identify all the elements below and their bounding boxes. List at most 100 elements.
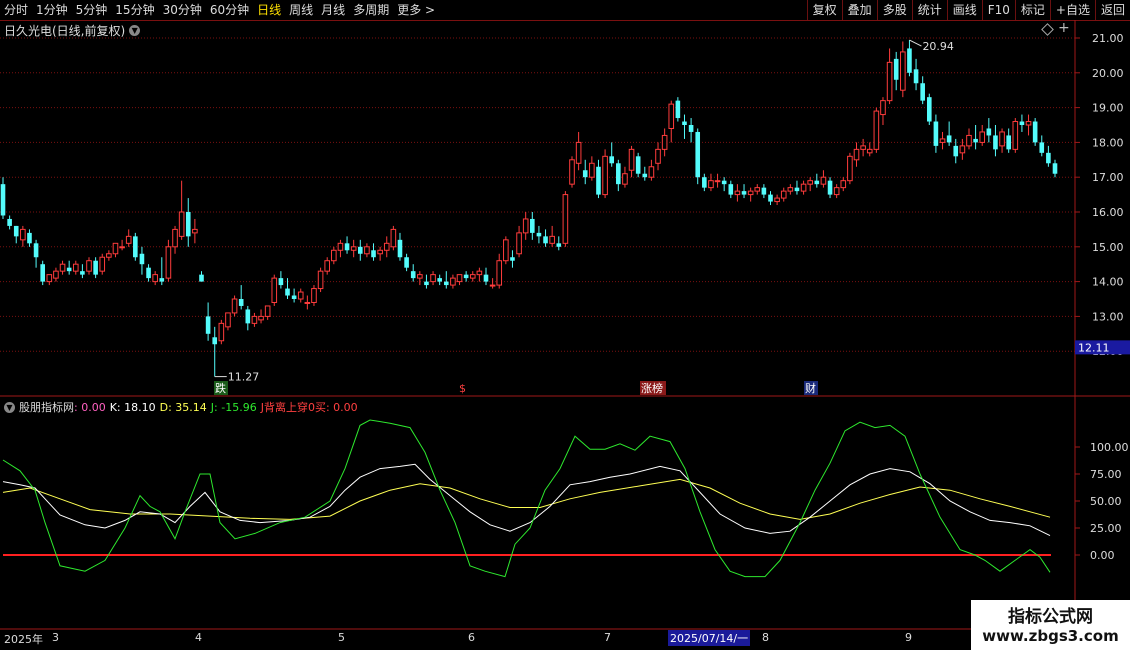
candle-body [476, 270, 483, 276]
j-value: J: -15.96 [210, 400, 257, 414]
candle-body [946, 135, 952, 143]
candle-body [152, 274, 158, 283]
watermark-url: www.zbgs3.com [982, 627, 1119, 645]
candle-body [40, 264, 45, 282]
price-tick-label: 15.00 [1092, 241, 1124, 254]
candle-body [1046, 152, 1051, 164]
candle-body [880, 100, 886, 116]
max-price-label: 20.94 [922, 40, 954, 53]
candle-body [178, 211, 185, 237]
date-label: 6 [468, 631, 475, 644]
candle-body [397, 239, 403, 258]
date-label: 4 [195, 631, 202, 644]
candle-body [119, 246, 125, 249]
watermark-logo: 指标公式网 www.zbgs3.com [971, 600, 1130, 650]
candle-body [873, 110, 880, 150]
candle-body [185, 212, 191, 237]
candle-body [609, 156, 615, 164]
candle-body [774, 197, 780, 203]
candle-body [761, 187, 767, 195]
indicator-name: 股朋指标网 [19, 401, 74, 414]
indicator-title[interactable]: ▼ 股朋指标网 : 0.00 K: 18.10 D: 35.14 J: -15.… [4, 399, 362, 415]
price-tick-label: 21.00 [1092, 32, 1124, 45]
candle-body [443, 281, 449, 286]
candle-body [814, 180, 820, 185]
indicator-tick-label: 75.00 [1090, 468, 1122, 481]
kline-chart[interactable]: 20.94 11.27跌 $ 涨榜 财 21.00 20.00 19.00 18.00 17.0… [0, 0, 1130, 650]
candle-body [907, 48, 912, 73]
candle-body [159, 278, 165, 282]
candle-body [258, 315, 264, 321]
candle-body [562, 194, 569, 244]
candle-body [516, 232, 522, 255]
date-label: 7 [604, 631, 611, 644]
candle-body [714, 180, 721, 183]
candle-body [93, 260, 98, 275]
candle-body [53, 270, 59, 279]
candle-body [437, 278, 442, 282]
candle-body [648, 166, 655, 178]
candle-body [291, 295, 297, 299]
candle-body [133, 236, 138, 258]
candle-body [768, 194, 773, 202]
candle-body [840, 180, 847, 189]
candle-body [728, 184, 734, 195]
date-label: 9 [905, 631, 912, 644]
candle-body [866, 148, 873, 154]
candle-body [417, 274, 423, 279]
candle-body [1025, 121, 1032, 126]
candle-body [271, 277, 278, 303]
candle-body [807, 180, 813, 185]
candle-body [46, 274, 53, 283]
candle-body [661, 134, 668, 150]
candle-body [510, 257, 515, 261]
candle-body [973, 138, 978, 143]
candle-body [993, 135, 998, 150]
candle-body [827, 180, 833, 195]
candle-body [622, 173, 628, 185]
candle-body [549, 235, 555, 244]
candle-body [741, 191, 747, 195]
candle-body [1019, 121, 1025, 125]
candle-body [688, 125, 694, 132]
date-label: 5 [338, 631, 345, 644]
candle-body [489, 284, 496, 287]
candle-body [383, 242, 390, 251]
candle-body [575, 141, 582, 164]
price-axis: 21.00 20.00 19.00 18.00 17.00 16.00 15.00 14.00… [1075, 32, 1130, 358]
chevron-down-icon[interactable]: ▼ [4, 401, 15, 413]
candle-body [1012, 121, 1019, 150]
candle-body [66, 267, 72, 272]
date-label: 8 [762, 631, 769, 644]
candle-body [999, 131, 1005, 147]
d-line [2, 478, 1051, 520]
price-tick-label: 13.00 [1092, 310, 1124, 323]
price-tick-label: 20.00 [1092, 67, 1124, 80]
candle-body [860, 145, 866, 150]
candle-body [503, 239, 509, 262]
candle-body [675, 100, 681, 119]
indicator-tick-label: 50.00 [1090, 495, 1122, 508]
date-axis: 2025年 3 4 5 6 7 2025/07/14/一 8 9 [0, 629, 1075, 650]
candle-body [800, 183, 807, 192]
candle-body [20, 228, 26, 241]
candle-body [112, 242, 119, 255]
candle-body [642, 173, 648, 178]
candle-body [59, 263, 66, 272]
candle-body [913, 69, 919, 84]
candle-body [1032, 121, 1038, 143]
candle-body [734, 190, 741, 196]
indicator-tick-label: 100.00 [1090, 441, 1129, 454]
candle-body [424, 281, 429, 286]
candle-body [245, 309, 251, 324]
candle-body [721, 180, 727, 185]
candle-body [780, 190, 787, 199]
candle-body [264, 305, 271, 317]
candle-body [0, 184, 6, 216]
watermark-title: 指标公式网 [1008, 607, 1093, 627]
candle-body [165, 246, 172, 279]
candle-body [199, 274, 204, 282]
max-pointer [909, 39, 922, 47]
candle-body [146, 267, 151, 279]
candle-body [430, 274, 436, 283]
